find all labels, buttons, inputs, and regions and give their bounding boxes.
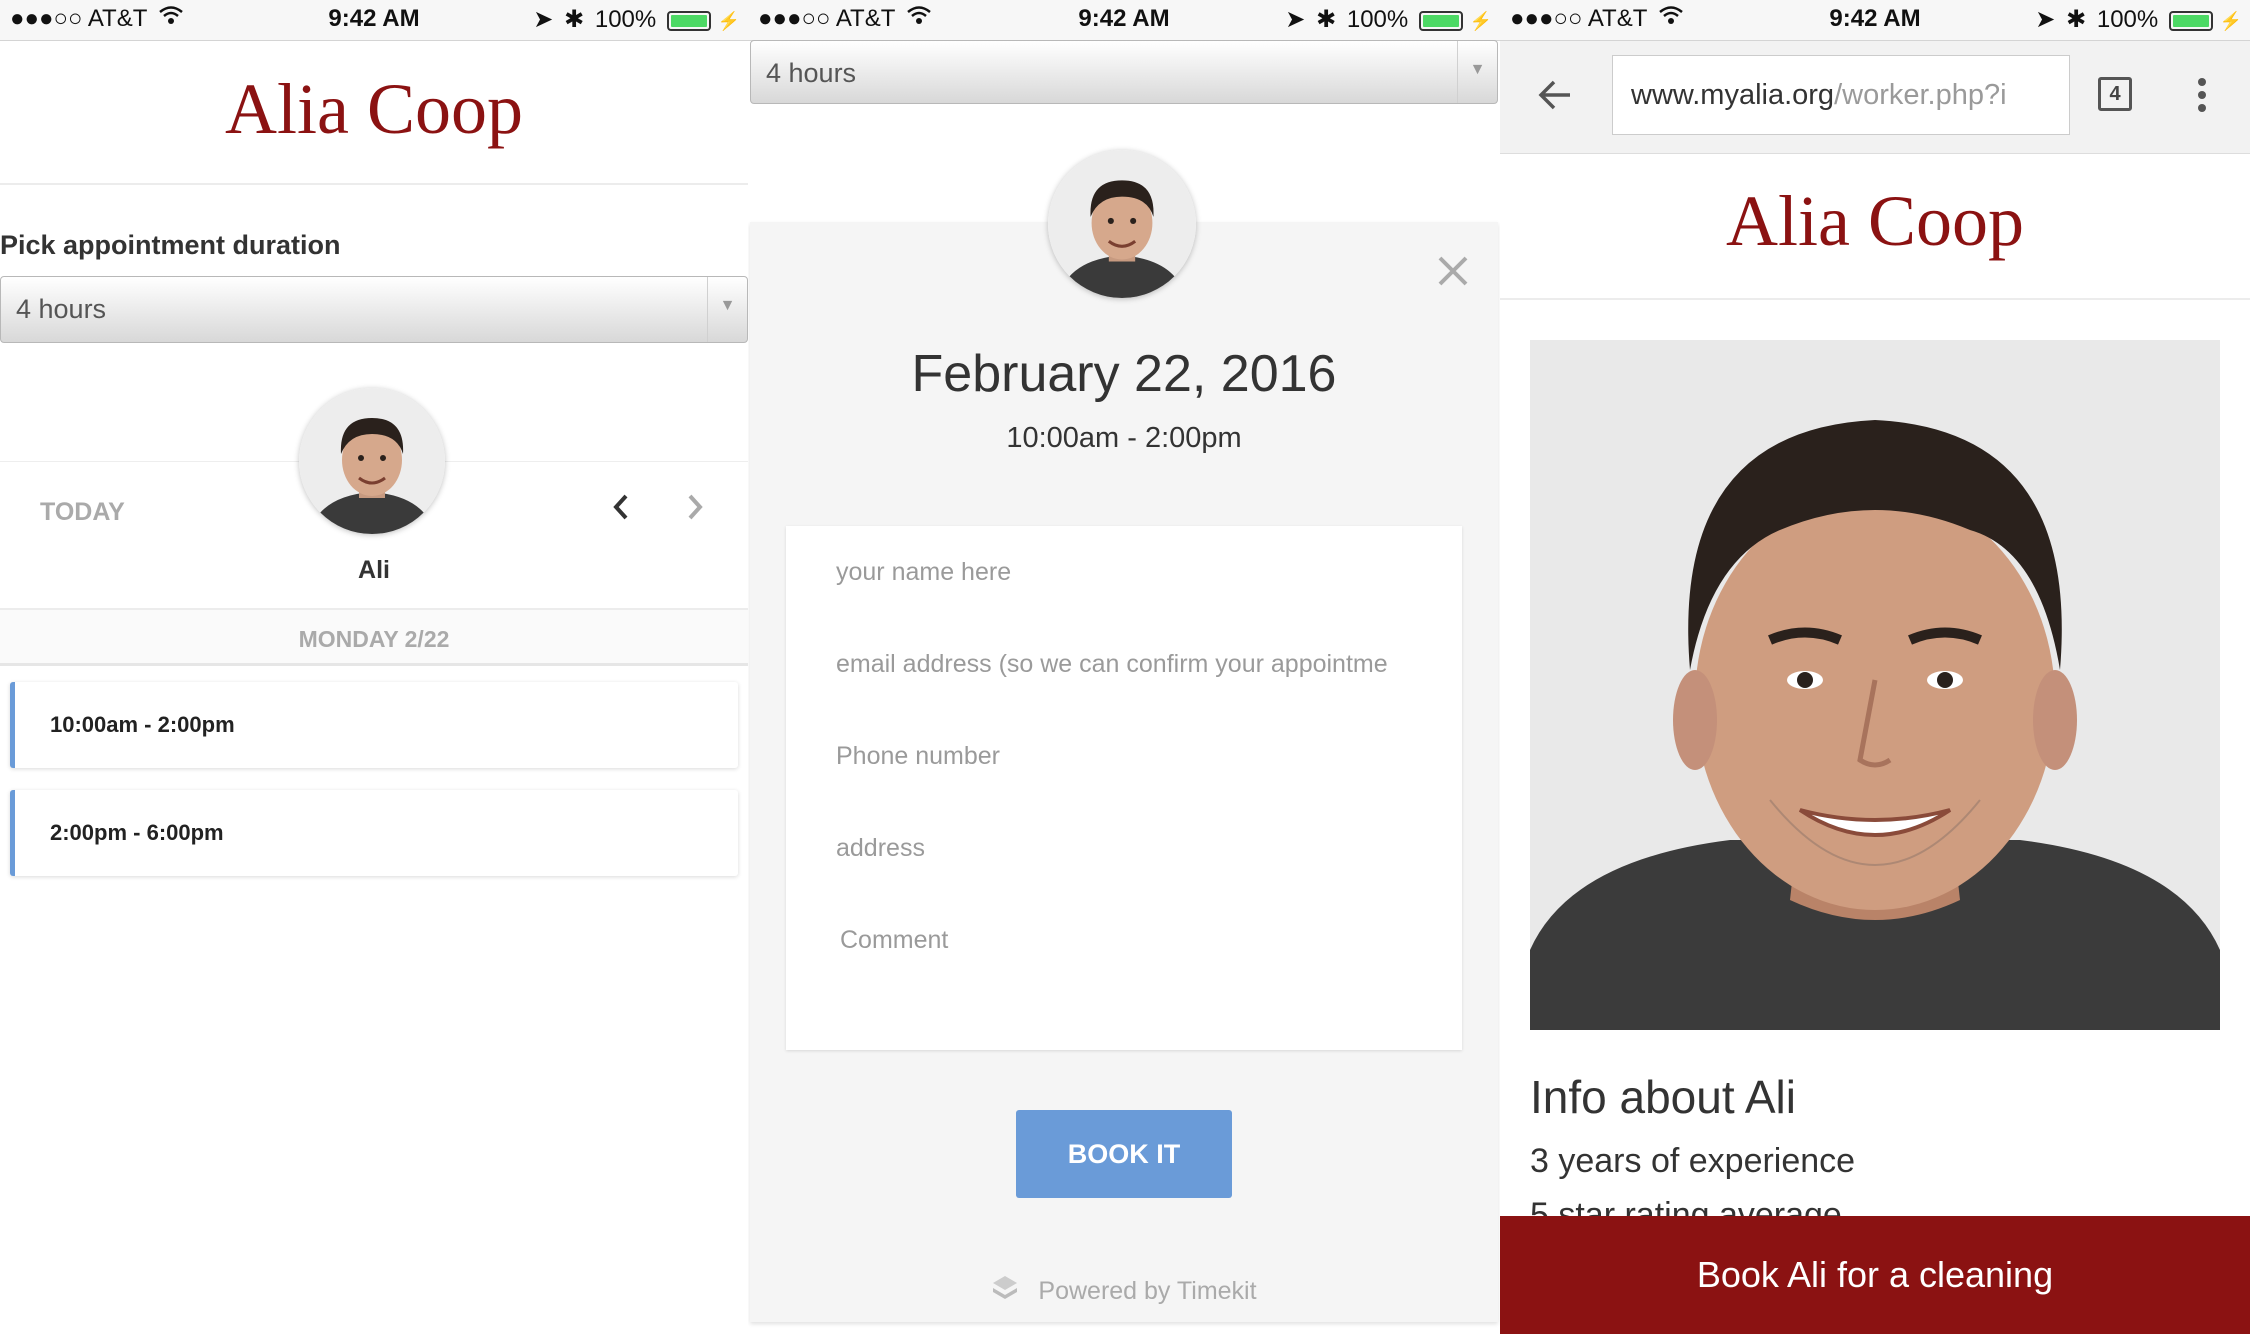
status-right: ➤ ✱ 100% ⚡ (2035, 5, 2242, 34)
bluetooth-icon: ✱ (1316, 6, 1337, 33)
chevron-down-icon: ▼ (1457, 41, 1497, 103)
battery-icon (1418, 10, 1463, 31)
worker-avatar (1048, 150, 1196, 298)
day-header-label: MONDAY 2/22 (298, 626, 450, 652)
divider (1500, 298, 2250, 300)
status-right: ➤ ✱ 100% ⚡ (533, 5, 740, 34)
time-slot[interactable]: 2:00pm - 6:00pm (10, 790, 738, 876)
battery-percent: 100% (2096, 6, 2159, 33)
time-slot-label: 10:00am - 2:00pm (50, 712, 235, 737)
status-bar: ●●●○○ AT&T 9:42 AM ➤ ✱ 100% ⚡ (0, 0, 748, 41)
worker-avatar (299, 388, 445, 534)
timekit-logo-icon (991, 1274, 1019, 1309)
powered-by-label: Powered by Timekit (1038, 1277, 1257, 1305)
charging-icon: ⚡ (1469, 11, 1492, 31)
booking-form-panel: ●●●○○ AT&T 9:42 AM ➤ ✱ 100% ⚡ 4 hours ▼ … (748, 0, 1500, 1334)
info-title: Info about Ali (1530, 1071, 1796, 1123)
powered-by: Powered by Timekit (750, 1274, 1498, 1309)
status-bar: ●●●○○ AT&T 9:42 AM ➤ ✱ 100% ⚡ (748, 0, 1500, 41)
name-field[interactable]: your name here (836, 558, 1011, 587)
back-arrow-icon[interactable] (1536, 77, 1574, 118)
bluetooth-icon: ✱ (564, 6, 585, 33)
comment-field[interactable]: Comment (840, 926, 948, 955)
today-button[interactable]: TODAY (40, 498, 125, 527)
brand-title: Alia Coop (225, 69, 523, 149)
book-it-button[interactable]: BOOK IT (1016, 1110, 1232, 1198)
booking-form: your name here email address (so we can … (786, 526, 1462, 1050)
tab-count: 4 (2109, 83, 2121, 105)
close-icon[interactable] (1436, 254, 1470, 293)
duration-label: Pick appointment duration (0, 230, 341, 260)
info-line: 3 years of experience (1530, 1142, 1856, 1180)
booking-date: February 22, 2016 (911, 345, 1337, 403)
tab-count-icon[interactable]: 4 (2098, 77, 2132, 111)
duration-select-value: 4 hours (766, 58, 857, 88)
booking-time-range: 10:00am - 2:00pm (1006, 422, 1242, 454)
next-week-icon[interactable] (680, 492, 708, 527)
booking-modal: February 22, 2016 10:00am - 2:00pm your … (750, 222, 1498, 1322)
more-menu-icon[interactable] (2196, 77, 2208, 118)
duration-select-value: 4 hours (16, 294, 107, 324)
bluetooth-icon: ✱ (2066, 6, 2087, 33)
charging-icon: ⚡ (717, 11, 740, 31)
url-domain: www.myalia.org (1631, 79, 1835, 111)
divider (0, 183, 748, 185)
battery-percent: 100% (1346, 6, 1409, 33)
booking-panel: ●●●○○ AT&T 9:42 AM ➤ ✱ 100% ⚡ Alia Coop … (0, 0, 748, 1334)
charging-icon: ⚡ (2219, 11, 2242, 31)
time-slot[interactable]: 10:00am - 2:00pm (10, 682, 738, 768)
duration-select[interactable]: 4 hours ▼ (750, 40, 1498, 104)
brand-title: Alia Coop (1726, 181, 2024, 261)
book-cleaning-label: Book Ali for a cleaning (1696, 1254, 2054, 1295)
worker-photo (1530, 340, 2220, 1030)
location-icon: ➤ (533, 6, 554, 33)
status-right: ➤ ✱ 100% ⚡ (1285, 5, 1492, 34)
location-icon: ➤ (1285, 6, 1306, 33)
url-path: /worker.php?i (1834, 79, 2007, 111)
phone-field[interactable]: Phone number (836, 742, 1000, 771)
email-field[interactable]: email address (so we can confirm your ap… (836, 650, 1388, 679)
battery-icon (2168, 10, 2213, 31)
book-cleaning-button[interactable]: Book Ali for a cleaning (1500, 1216, 2250, 1334)
battery-icon (666, 10, 711, 31)
time-slot-label: 2:00pm - 6:00pm (50, 820, 224, 845)
day-header: MONDAY 2/22 (0, 610, 748, 666)
worker-profile-panel: ●●●○○ AT&T 9:42 AM ➤ ✱ 100% ⚡ www.myalia… (1500, 0, 2250, 1334)
worker-name: Ali (358, 556, 390, 584)
url-bar[interactable]: www.myalia.org/worker.php?i (1612, 55, 2070, 135)
location-icon: ➤ (2035, 6, 2056, 33)
battery-percent: 100% (594, 6, 657, 33)
status-bar: ●●●○○ AT&T 9:42 AM ➤ ✱ 100% ⚡ (1500, 0, 2250, 41)
prev-week-icon[interactable] (608, 492, 636, 527)
chevron-down-icon: ▼ (707, 277, 747, 342)
address-field[interactable]: address (836, 834, 925, 863)
browser-toolbar: www.myalia.org/worker.php?i 4 (1500, 41, 2250, 154)
duration-select[interactable]: 4 hours ▼ (0, 276, 748, 343)
